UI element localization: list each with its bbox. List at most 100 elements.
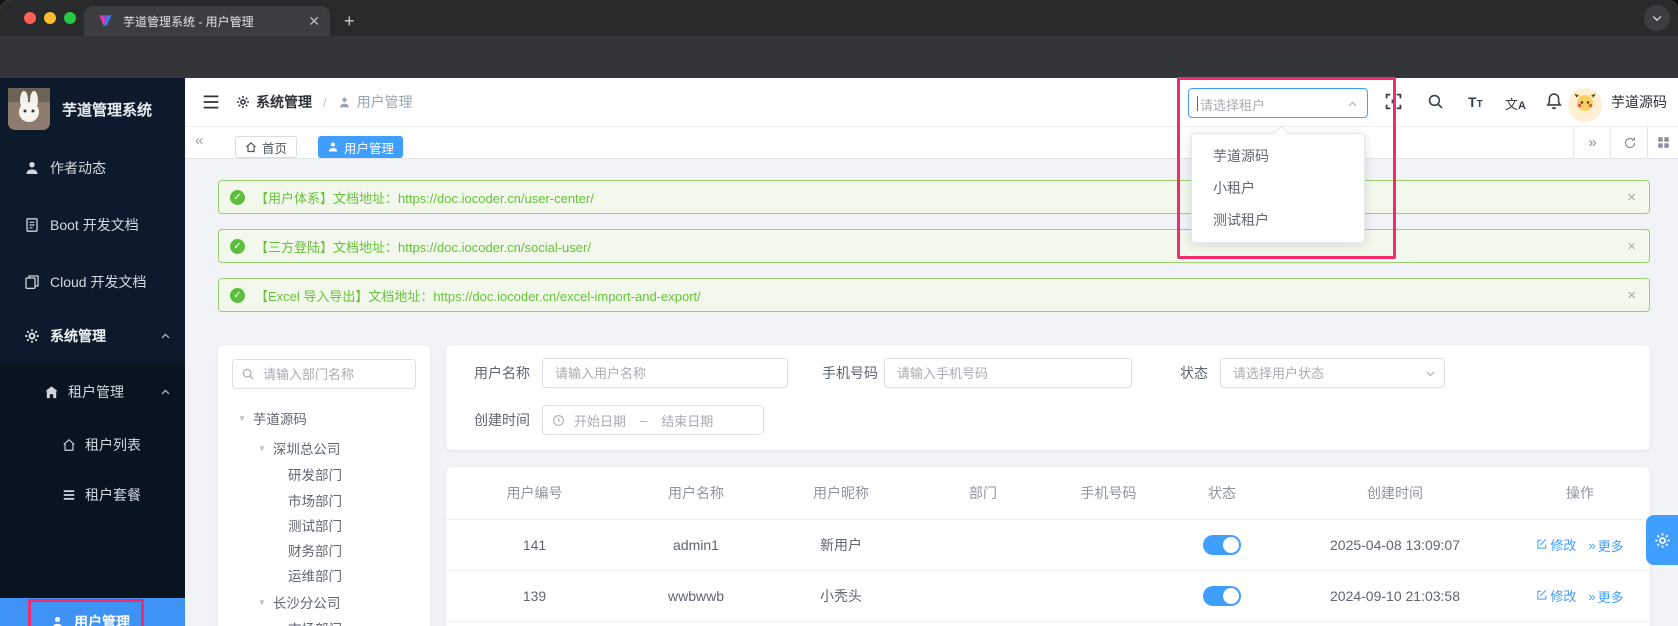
sidebar-item-user-management[interactable]: 用户管理 [0,598,185,626]
sidebar-item-tenant[interactable]: 租户管理 [0,368,185,416]
cell-nickname: 小秃头 [769,570,913,622]
tags-expand-button[interactable]: » [1573,127,1611,158]
date-separator: – [640,412,648,428]
tag-tab-bar: « 首页 用户管理 » [185,127,1678,159]
traffic-light-minimize[interactable] [44,12,56,24]
success-check-icon: ✓ [230,189,245,205]
tree-node[interactable]: 市场部门 [288,616,342,626]
tab-home[interactable]: 首页 [235,136,298,158]
table-row: 141 admin1 新用户 2025-04-08 13:09:07 修改 » 更… [446,519,1650,571]
new-tab-button[interactable]: + [344,7,355,35]
cell-department [913,570,1053,622]
username-label: 用户名称 [474,365,530,381]
browser-window: 芋道管理系统 - 用户管理 ✕ + ← → 127.0.0.1/system/u… [0,0,1678,626]
user-avatar[interactable] [1568,88,1602,122]
tab-close-icon[interactable]: ✕ [308,13,320,30]
cell-mobile [1053,519,1164,571]
sidebar-item-boot-docs[interactable]: Boot 开发文档 [0,201,185,249]
translate-icon[interactable]: 文A [1505,94,1526,114]
alert-user-center: ✓ 【用户体系】文档地址：https://doc.iocoder.cn/user… [218,180,1650,214]
bell-icon[interactable] [1545,92,1563,110]
mobile-input[interactable] [884,358,1132,388]
tree-node-root[interactable]: ▼ 芋道源码 [238,406,307,430]
app-navbar: 系统管理 / 用户管理 请选择租户 TT 文A 芋道源码 [185,78,1678,127]
copy-document-icon [24,274,40,290]
tenant-option[interactable]: 芋道源码 [1192,140,1364,172]
sidebar-submenu: 租户管理 租户列表 租户套餐 用户管理 角色管理 [0,363,185,626]
edit-link[interactable]: 修改 [1536,535,1576,554]
settings-drawer-button[interactable] [1646,515,1678,565]
status-label: 状态 [1180,365,1208,381]
department-search [232,359,416,389]
date-range-picker[interactable]: 开始日期 – 结束日期 [542,405,764,435]
close-icon[interactable]: × [1627,288,1636,303]
tenant-select-placeholder: 请选择租户 [1200,98,1266,113]
tree-node[interactable]: 财务部门 [288,538,342,562]
tree-node[interactable]: ▼ 长沙分公司 [258,590,340,614]
person-icon [50,615,65,626]
home-icon [245,141,257,153]
status-toggle[interactable] [1203,535,1241,555]
department-search-input[interactable] [232,359,416,389]
chevron-up-icon [160,387,171,398]
status-select[interactable] [1220,358,1445,388]
search-icon [241,367,255,381]
office-building-icon [44,385,59,400]
traffic-light-zoom[interactable] [64,12,76,24]
tree-node[interactable]: 测试部门 [288,513,342,537]
tenant-dropdown: 芋道源码 小租户 测试租户 [1191,125,1365,243]
tree-node[interactable]: 运维部门 [288,563,342,587]
user-table: 用户编号 用户名称 用户昵称 部门 手机号码 状态 创建时间 操作 141 ad… [446,467,1650,622]
edit-link[interactable]: 修改 [1536,586,1576,605]
tags-scroll-left-icon[interactable]: « [195,132,203,149]
alert-social-user: ✓ 【三方登陆】文档地址：https://doc.iocoder.cn/soci… [218,229,1650,263]
browser-tab[interactable]: 芋道管理系统 - 用户管理 ✕ [84,6,330,36]
department-tree-card: ▼芋道源码 ▼深圳总公司 研发部门 市场部门 测试部门 财务部门 运维部门 ▼长… [218,345,430,626]
tenant-select[interactable]: 请选择租户 [1188,88,1368,118]
header-username[interactable]: 芋道源码 [1611,91,1667,113]
create-time-label: 创建时间 [474,412,530,428]
chevron-down-icon [1425,368,1436,379]
tags-refresh-button[interactable] [1610,127,1648,158]
username-input[interactable] [542,358,788,388]
success-check-icon: ✓ [230,287,245,303]
edit-icon [1537,590,1547,600]
tab-search-button[interactable] [1644,5,1670,31]
tenant-option[interactable]: 测试租户 [1192,204,1364,236]
text-caret [1197,96,1198,111]
tree-node[interactable]: ▼ 深圳总公司 [258,436,340,460]
more-link[interactable]: » 更多 [1588,536,1623,555]
close-icon[interactable]: × [1627,239,1636,254]
chevron-up-icon [1347,99,1358,110]
search-icon[interactable] [1427,93,1444,110]
chevron-up-icon [160,331,171,342]
col-department: 部门 [913,467,1053,520]
tree-node[interactable]: 市场部门 [288,488,342,512]
cell-department [913,519,1053,571]
tenant-option[interactable]: 小租户 [1192,172,1364,204]
alert-text: 【用户体系】文档地址：https://doc.iocoder.cn/user-c… [255,190,594,206]
breadcrumb-root[interactable]: 系统管理 [256,92,312,112]
traffic-light-close[interactable] [24,12,36,24]
sidebar-item-cloud-docs[interactable]: Cloud 开发文档 [0,258,185,306]
tree-node[interactable]: 研发部门 [288,462,342,486]
sidebar-item-author[interactable]: 作者动态 [0,144,185,192]
more-link[interactable]: » 更多 [1588,587,1623,606]
sidebar-item-system[interactable]: 系统管理 [0,312,185,360]
status-select-input[interactable] [1220,358,1445,388]
status-toggle[interactable] [1203,586,1241,606]
browser-toolbar: ← → 127.0.0.1/system/user ☆ 6 [0,36,1678,108]
sidebar-collapse-icon[interactable] [202,93,220,111]
tab-user-management[interactable]: 用户管理 [318,136,404,158]
font-size-icon[interactable]: TT [1468,94,1483,112]
col-status: 状态 [1164,467,1280,520]
sidebar-item-tenant-package[interactable]: 租户套餐 [0,471,185,519]
fullscreen-icon[interactable] [1385,93,1402,110]
close-icon[interactable]: × [1627,190,1636,205]
logo-avatar [8,88,50,130]
sidebar-item-tenant-list[interactable]: 租户列表 [0,421,185,469]
tags-layout-grid-button[interactable] [1647,127,1678,158]
mobile-label: 手机号码 [822,365,878,381]
col-nickname: 用户昵称 [769,467,913,520]
breadcrumb-current: 用户管理 [356,94,413,110]
